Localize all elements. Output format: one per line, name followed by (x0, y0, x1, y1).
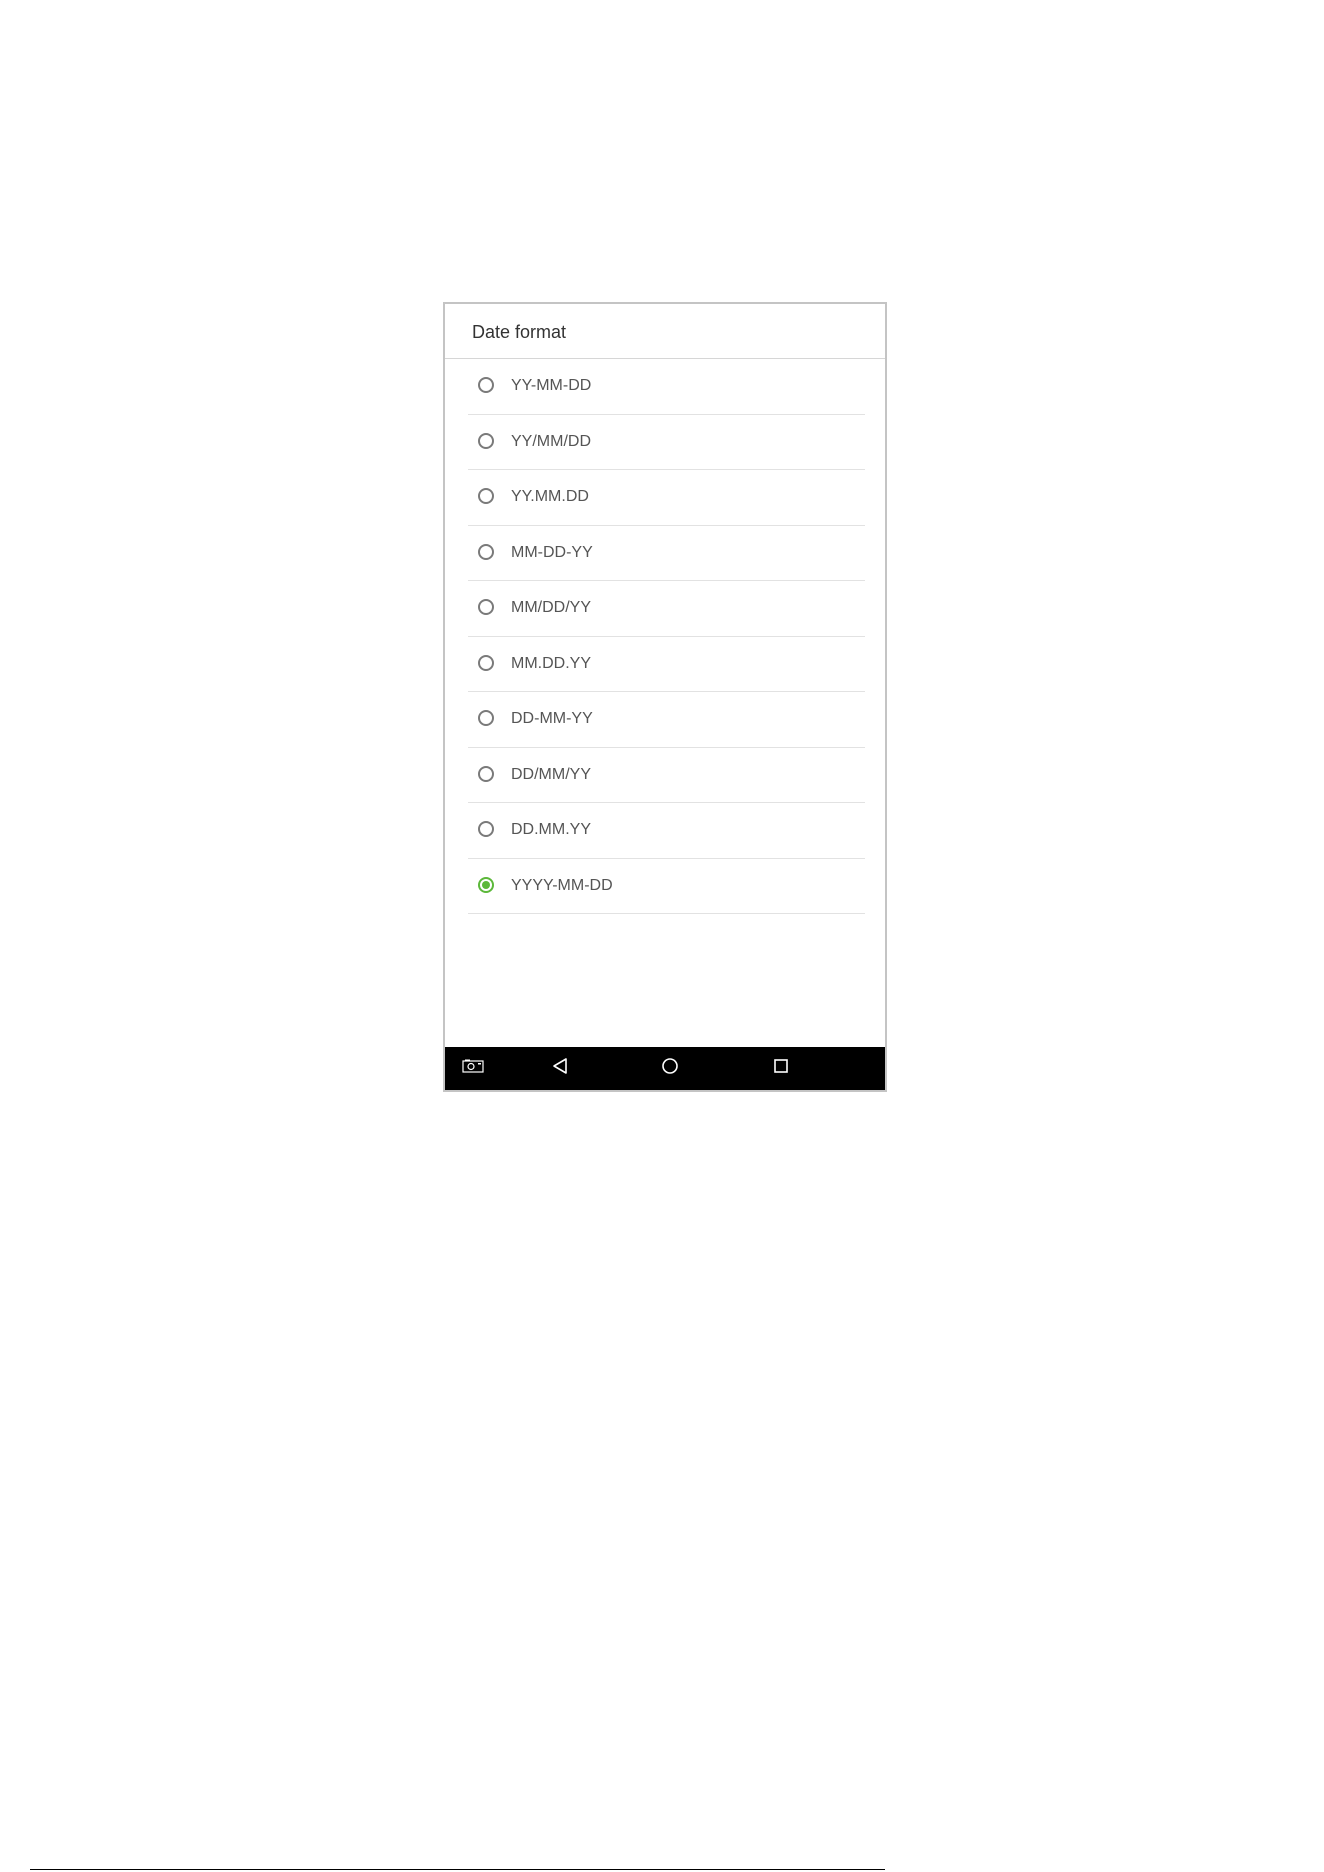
option-label: DD-MM-YY (511, 710, 593, 727)
page-footer-rule (30, 1869, 885, 1870)
option-label: DD/MM/YY (511, 765, 591, 783)
option-dd-slash-mm-slash-yy[interactable]: DD/MM/YY (468, 748, 865, 803)
dialog-header: Date format (445, 304, 885, 359)
screenshot-icon (462, 1059, 484, 1078)
dialog-title: Date format (472, 322, 567, 342)
radio-button[interactable] (478, 488, 494, 504)
option-label: MM-DD-YY (511, 543, 593, 561)
android-nav-bar (445, 1047, 885, 1090)
option-label: YY.MM.DD (511, 488, 589, 505)
option-yyyy-mm-dd[interactable]: YYYY-MM-DD (468, 859, 865, 914)
option-yy-dot-mm-dot-dd[interactable]: YY.MM.DD (468, 470, 865, 526)
radio-button[interactable] (478, 710, 494, 726)
date-format-option-list: YY-MM-DD YY/MM/DD YY.MM.DD MM-DD-YY MM/D… (468, 359, 865, 914)
radio-button[interactable] (478, 599, 494, 615)
recents-button[interactable] (759, 1047, 803, 1090)
screenshot-button[interactable] (451, 1047, 495, 1090)
option-mm-dd-yy[interactable]: MM-DD-YY (468, 526, 865, 581)
back-button[interactable] (538, 1047, 582, 1090)
radio-button[interactable] (478, 821, 494, 837)
option-dd-dot-mm-dot-yy[interactable]: DD.MM.YY (468, 803, 865, 859)
option-label: MM.DD.YY (511, 654, 591, 672)
radio-button-selected[interactable] (478, 876, 494, 893)
option-label: YYYY-MM-DD (511, 876, 613, 894)
home-button[interactable] (648, 1047, 692, 1090)
radio-button[interactable] (478, 432, 494, 449)
radio-button[interactable] (478, 765, 494, 782)
option-label: DD.MM.YY (511, 821, 591, 838)
device-screen: Date format YY-MM-DD YY/MM/DD YY.MM.DD M… (443, 302, 887, 1092)
option-mm-slash-dd-slash-yy[interactable]: MM/DD/YY (468, 581, 865, 637)
option-label: YY-MM-DD (511, 377, 592, 394)
radio-button[interactable] (478, 654, 494, 671)
recents-icon (773, 1058, 789, 1079)
option-label: YY/MM/DD (511, 432, 591, 450)
option-mm-dot-dd-dot-yy[interactable]: MM.DD.YY (468, 637, 865, 692)
radio-button[interactable] (478, 543, 494, 560)
option-label: MM/DD/YY (511, 599, 591, 616)
option-dd-mm-yy[interactable]: DD-MM-YY (468, 692, 865, 748)
option-yy-mm-dd[interactable]: YY-MM-DD (468, 359, 865, 415)
home-icon (661, 1057, 679, 1080)
radio-button[interactable] (478, 377, 494, 393)
option-yy-slash-mm-slash-dd[interactable]: YY/MM/DD (468, 415, 865, 470)
back-icon (551, 1057, 569, 1080)
